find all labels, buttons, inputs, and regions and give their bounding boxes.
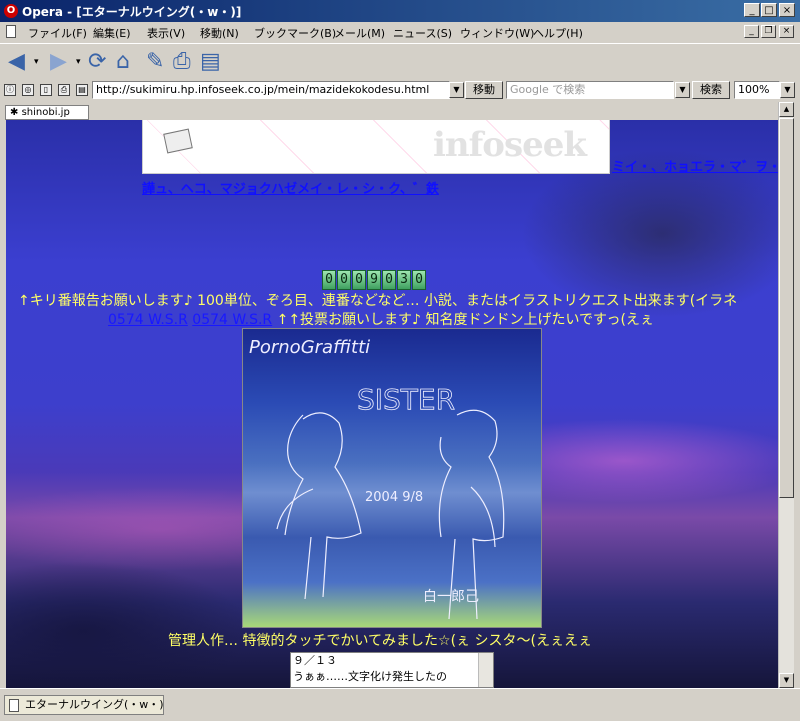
sister-artwork: PornoGraffitti SISTER 2004 9/8 白一郎己	[242, 328, 542, 628]
address-bar: ⓘ ◎ ▯ ⎙ ▤ http://sukimiru.hp.infoseek.co…	[0, 79, 800, 101]
history-icon: ▤	[76, 84, 88, 96]
go-button[interactable]: 移動	[465, 81, 503, 99]
page-scrollbar[interactable]: ▲ ▼	[778, 102, 794, 688]
security-icon: ⓘ	[4, 84, 16, 96]
vote-link-1[interactable]: 0574 W.S.R	[108, 312, 188, 328]
news-textarea[interactable]: ９／１３ うぁぁ……文字化け発生したの	[290, 652, 494, 688]
news-scrollbar[interactable]	[478, 653, 493, 687]
page-info-icon: ▯	[40, 84, 52, 96]
infoseek-logo: infoseek	[433, 125, 587, 165]
menu-file[interactable]: ファイル(F)	[28, 25, 87, 41]
counter-digit: 3	[397, 270, 411, 290]
forward-history-icon[interactable]: ▾	[76, 50, 81, 74]
kiriban-notice: ↑キリ番報告お願いします♪ 100単位、ぞろ目、連番などなど… 小説、またはイラ…	[18, 293, 738, 309]
hotlist-icon[interactable]: ✎	[146, 50, 164, 74]
window-title: Opera - [エターナルウイング(・w・)]	[22, 5, 242, 19]
menu-window[interactable]: ウィンドウ(W)	[460, 25, 534, 41]
title-bar: O Opera - [エターナルウイング(・w・)] _ □ ×	[0, 0, 800, 22]
mdi-minimize-button[interactable]: _	[744, 25, 759, 38]
infoseek-banner[interactable]: infoseek	[142, 120, 610, 174]
status-bar: エターナルウイング(・w・)	[0, 688, 800, 721]
hit-counter: 0 0 0 9 0 3 0	[322, 270, 426, 290]
artwork-caption: 管理人作… 特徴的タッチでかいてみました☆(ぇ シスタ～(えぇえぇ	[168, 633, 592, 649]
left-figure	[276, 412, 362, 600]
vote-request-text: ↑↑投票お願いします♪ 知名度ドンドン上げたいですっ(えぇ	[276, 312, 654, 328]
shinobi-icon: ✱	[10, 107, 19, 118]
printer-small-icon: ⎙	[58, 84, 70, 96]
news-line-1: ９／１３	[293, 654, 337, 667]
maximize-button[interactable]: □	[761, 3, 777, 17]
mdi-restore-button[interactable]: ❐	[761, 25, 776, 38]
counter-digit: 0	[412, 270, 426, 290]
address-dropdown-button[interactable]: ▼	[449, 82, 464, 98]
search-input[interactable]: Google で検索	[506, 81, 674, 99]
navigation-toolbar: ◀ ▾ ▶ ▾ ⟳ ⌂ ✎ ⎙ ▤	[0, 43, 800, 80]
menu-bookmarks[interactable]: ブックマーク(B)	[254, 25, 336, 41]
garbled-link[interactable]: 譁ュ、ヘコ、マジョクハゼメイ・レ・シ・ク、゛鉄	[142, 178, 439, 197]
menu-view[interactable]: 表示(V)	[147, 25, 185, 41]
artwork-word: SISTER	[357, 383, 455, 416]
scroll-thumb[interactable]	[779, 118, 794, 498]
zoom-select[interactable]: 100%	[734, 81, 780, 99]
menu-mail[interactable]: メール(M)	[334, 25, 385, 41]
search-engine-dropdown[interactable]: ▼	[675, 82, 690, 98]
cookie-icon: ◎	[22, 84, 34, 96]
page-content: infoseek ミイ・、ホョエラ・マ゛ヲ・ラ 譁ュ、ヘコ、マジョクハゼメイ・レ…	[6, 120, 778, 688]
menu-edit[interactable]: 編集(E)	[93, 25, 131, 41]
home-icon[interactable]: ⌂	[116, 50, 130, 74]
tab-shinobi[interactable]: ✱ shinobi.jp	[5, 105, 89, 120]
window-tab-label: エターナルウイング(・w・)	[25, 698, 164, 711]
print-icon[interactable]: ⎙	[173, 50, 191, 74]
counter-digit: 0	[322, 270, 336, 290]
counter-digit: 0	[352, 270, 366, 290]
back-history-icon[interactable]: ▾	[34, 50, 39, 74]
minimize-button[interactable]: _	[744, 3, 760, 17]
search-button[interactable]: 検索	[692, 81, 730, 99]
menu-bar: ファイル(F) 編集(E) 表示(V) 移動(N) ブックマーク(B) メール(…	[0, 22, 800, 42]
address-input[interactable]: http://sukimiru.hp.infoseek.co.jp/mein/m…	[92, 81, 450, 99]
zoom-dropdown-button[interactable]: ▼	[780, 82, 795, 98]
artwork-date: 2004 9/8	[365, 490, 423, 505]
opera-logo-icon: O	[4, 4, 18, 18]
artwork-title: PornoGraffitti	[249, 337, 370, 358]
menu-navigate[interactable]: 移動(N)	[200, 25, 239, 41]
menu-news[interactable]: ニュース(S)	[393, 25, 452, 41]
new-page-icon[interactable]: ▤	[200, 50, 221, 74]
banner-side-link[interactable]: ミイ・、ホョエラ・マ゛ヲ・ラ	[612, 156, 778, 175]
news-line-2: うぁぁ……文字化け発生したの	[293, 670, 447, 683]
right-figure	[438, 409, 505, 620]
vote-link-2[interactable]: 0574 W.S.R	[192, 312, 272, 328]
scroll-down-button[interactable]: ▼	[779, 673, 794, 688]
counter-digit: 0	[337, 270, 351, 290]
window-tab[interactable]: エターナルウイング(・w・)	[4, 695, 164, 715]
tab-label: shinobi.jp	[21, 107, 70, 118]
document-icon	[6, 25, 16, 38]
page-icon	[9, 699, 19, 712]
scroll-up-button[interactable]: ▲	[779, 102, 794, 117]
mdi-close-button[interactable]: ×	[779, 25, 794, 38]
counter-digit: 9	[367, 270, 381, 290]
close-button[interactable]: ×	[779, 3, 795, 17]
menu-help[interactable]: ヘルプ(H)	[533, 25, 583, 41]
counter-digit: 0	[382, 270, 396, 290]
back-icon[interactable]: ◀	[8, 50, 25, 74]
forward-icon[interactable]: ▶	[50, 50, 67, 74]
page-tab-bar: ✱ shinobi.jp	[0, 102, 800, 122]
reload-icon[interactable]: ⟳	[88, 50, 106, 74]
